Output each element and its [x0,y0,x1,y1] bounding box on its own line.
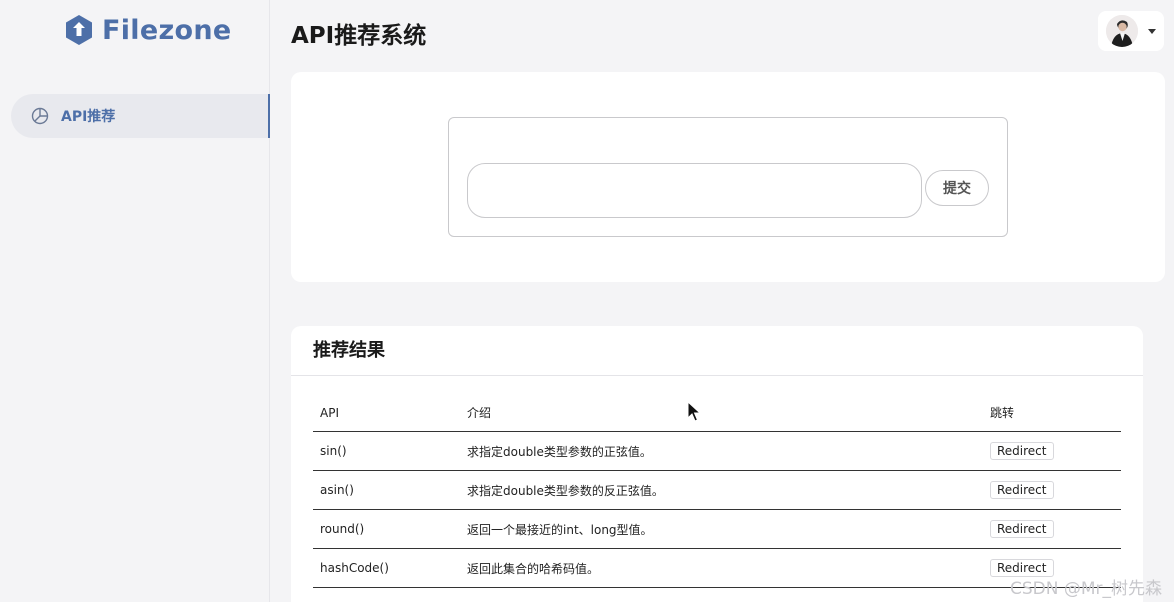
api-cell: sin() [320,444,347,458]
redirect-button[interactable]: Redirect [990,442,1054,460]
sidebar-item-label: API推荐 [61,109,116,125]
description-cell: 返回此集合的哈希码值。 [467,561,600,576]
query-form: 提交 [448,117,1008,237]
submit-button[interactable]: 提交 [925,170,989,206]
column-header-description: 介绍 [467,406,492,420]
mouse-cursor-icon [687,401,701,422]
api-cell: asin() [320,483,354,497]
query-card: 提交 [291,72,1165,282]
api-cell: round() [320,522,365,536]
filezone-logo-icon [66,15,92,45]
description-cell: 求指定double类型参数的正弦值。 [467,444,652,459]
table-header-row: API 介绍 跳转 [313,394,1121,432]
top-header: API推荐系统 [270,0,1174,62]
table-row: round() 返回一个最接近的int、long型值。 Redirect [313,510,1121,549]
redirect-button[interactable]: Redirect [990,481,1054,499]
description-cell: 求指定double类型参数的反正弦值。 [467,483,664,498]
redirect-cell: Redirect [990,471,1054,509]
results-title: 推荐结果 [313,340,385,361]
results-table: API 介绍 跳转 sin() 求指定double类型参数的正弦值。 Redir… [313,394,1121,588]
caret-down-icon[interactable] [1148,28,1156,34]
description-cell: 返回一个最接近的int、long型值。 [467,522,653,537]
redirect-button[interactable]: Redirect [990,520,1054,538]
user-menu[interactable] [1098,11,1164,51]
sidebar: Filezone API推荐 [0,0,270,602]
column-header-api: API [320,405,339,420]
watermark: CSDN @Mr_树先森 [1010,579,1163,599]
table-row: asin() 求指定double类型参数的反正弦值。 Redirect [313,471,1121,510]
table-row: sin() 求指定double类型参数的正弦值。 Redirect [313,432,1121,471]
avatar-image [1106,15,1138,47]
column-header-redirect: 跳转 [990,406,1015,420]
user-avatar[interactable] [1106,15,1138,47]
page-title: API推荐系统 [291,23,427,49]
redirect-cell: Redirect [990,432,1054,470]
results-card: 推荐结果 API 介绍 跳转 sin() 求指定double类型参数的正弦值。 … [291,326,1143,602]
redirect-cell: Redirect [990,510,1054,548]
table-row: hashCode() 返回此集合的哈希码值。 Redirect [313,549,1121,588]
api-cell: hashCode() [320,561,389,575]
pie-chart-icon [31,107,49,125]
sidebar-item-api-recommend[interactable]: API推荐 [11,94,270,138]
brand-name: Filezone [102,14,232,46]
divider [291,375,1143,376]
api-query-input[interactable] [467,163,922,218]
brand-logo[interactable]: Filezone [64,14,231,46]
